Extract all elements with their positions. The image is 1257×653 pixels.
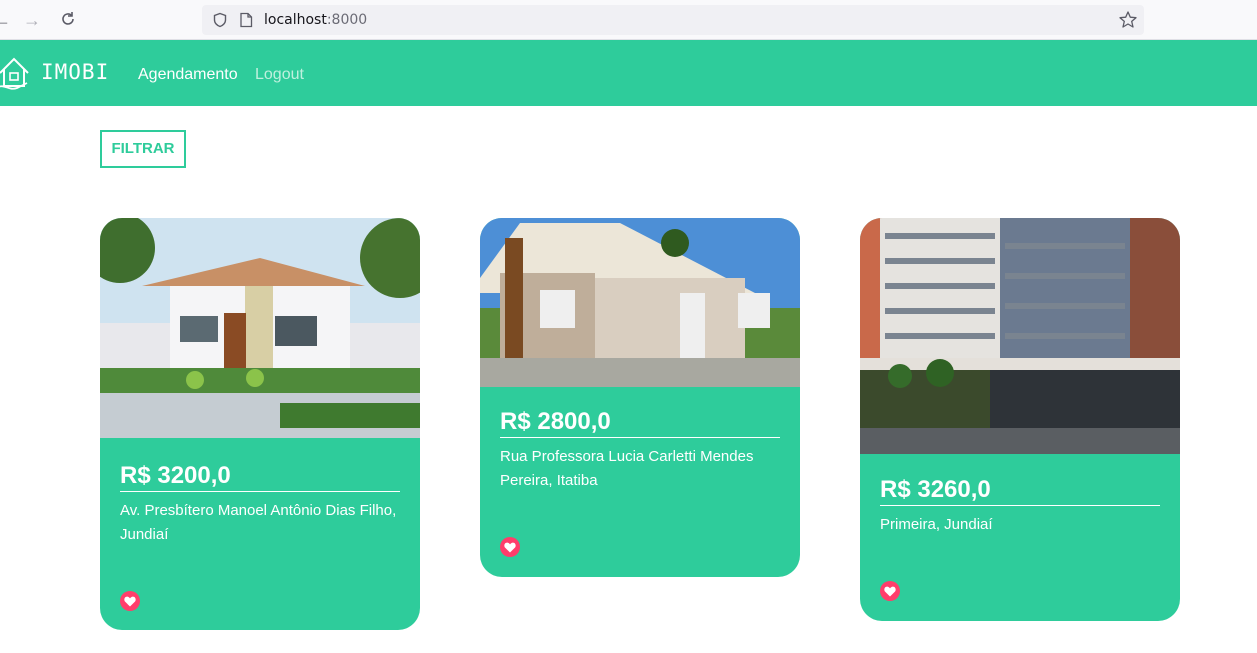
property-price: R$ 2800,0 [500, 408, 780, 438]
property-image[interactable] [480, 218, 800, 387]
property-image[interactable] [100, 218, 420, 438]
forward-arrow-icon[interactable]: → [22, 10, 42, 30]
reload-icon[interactable] [58, 10, 78, 30]
app-header: IMOBI Agendamento Logout [0, 40, 1257, 106]
filter-button[interactable]: FILTRAR [100, 130, 186, 168]
shield-icon[interactable] [212, 12, 228, 33]
property-price: R$ 3260,0 [880, 476, 1160, 506]
browser-toolbar: ← → localhost:8000 [0, 0, 1257, 40]
property-card[interactable]: R$ 3260,0 Primeira, Jundiaí [860, 218, 1180, 621]
nav-link-logout[interactable]: Logout [255, 66, 304, 84]
property-address: Rua Professora Lucia Carletti Mendes Per… [500, 448, 754, 489]
property-address: Av. Presbítero Manoel Antônio Dias Filho… [120, 502, 397, 543]
back-arrow-icon[interactable]: ← [0, 10, 12, 30]
house-logo-icon[interactable] [0, 53, 31, 98]
url-port: :8000 [326, 12, 368, 28]
heart-icon[interactable] [500, 537, 520, 557]
property-card[interactable]: R$ 2800,0 Rua Professora Lucia Carletti … [480, 218, 800, 577]
address-bar[interactable]: localhost:8000 [202, 5, 1144, 35]
bookmark-star-icon[interactable] [1118, 10, 1138, 30]
property-card[interactable]: R$ 3200,0 Av. Presbítero Manoel Antônio … [100, 218, 420, 630]
heart-icon[interactable] [120, 591, 140, 611]
url-text[interactable]: localhost:8000 [264, 12, 367, 28]
page-icon [239, 12, 253, 33]
heart-icon[interactable] [880, 581, 900, 601]
property-address: Primeira, Jundiaí [880, 516, 993, 533]
url-host: localhost [264, 12, 327, 28]
nav-link-agendamento[interactable]: Agendamento [138, 66, 238, 84]
property-price: R$ 3200,0 [120, 462, 400, 492]
property-image[interactable] [860, 218, 1180, 454]
logo-text[interactable]: IMOBI [41, 60, 109, 84]
